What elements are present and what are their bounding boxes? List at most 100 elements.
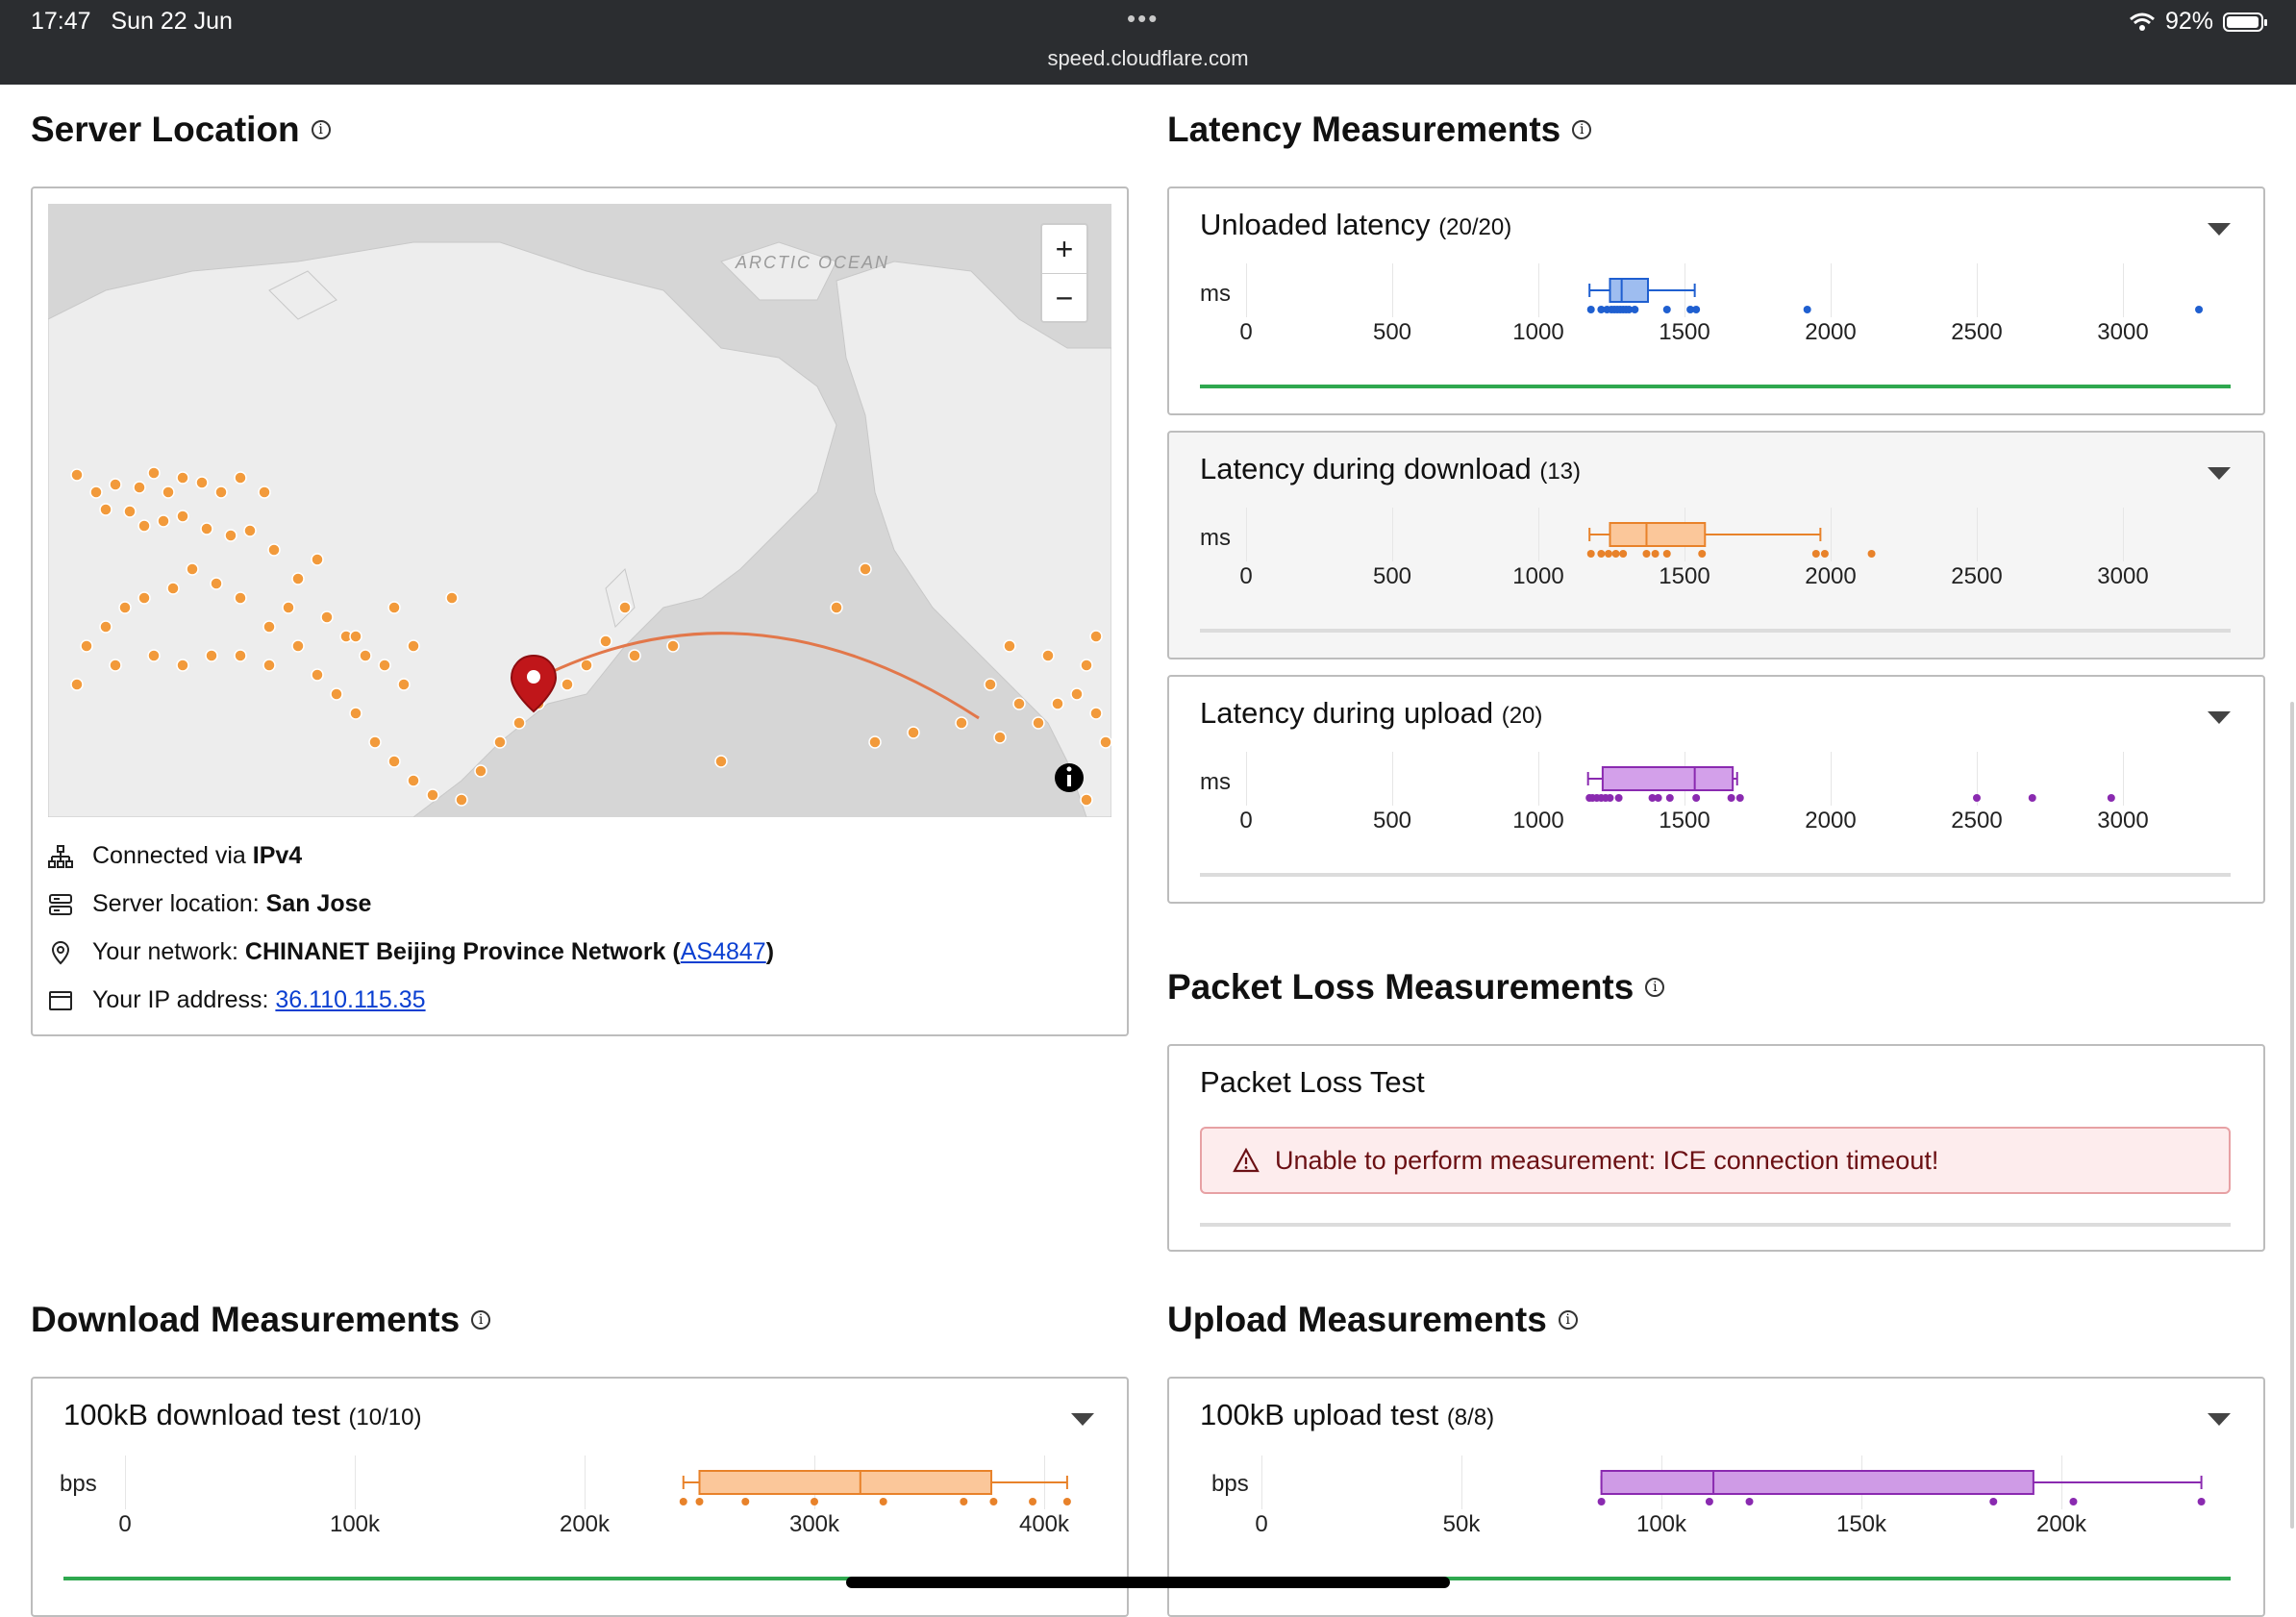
- download-latency-card[interactable]: Latency during download (13) ms 0 500 1000 1…: [1167, 431, 2265, 659]
- server-location-dot: [830, 601, 843, 614]
- data-point: [1698, 550, 1707, 558]
- chevron-down-icon[interactable]: [2208, 711, 2231, 724]
- chevron-down-icon[interactable]: [2208, 467, 2231, 480]
- data-point: [1654, 794, 1662, 802]
- data-point: [1062, 1498, 1071, 1505]
- info-icon[interactable]: i: [471, 1310, 491, 1330]
- server-location-dot: [859, 562, 872, 576]
- unloaded-latency-card[interactable]: Unloaded latency (20/20) ms 0 500 1000 1500 2…: [1167, 187, 2265, 415]
- page-scrollbar[interactable]: [2290, 702, 2294, 1529]
- server-location-dot: [147, 466, 161, 480]
- card-title: Latency during download (13): [1200, 452, 1582, 485]
- data-point: [1803, 306, 1811, 313]
- packet-loss-heading: Packet Loss Measurements i: [1167, 967, 1665, 1008]
- server-location-dot: [666, 639, 680, 653]
- server-location-dot: [368, 735, 382, 749]
- network-text: Your network: CHINANET Beijing Province …: [92, 938, 775, 965]
- connection-type-row: Connected via IPv4: [48, 842, 302, 870]
- asn-link[interactable]: AS4847: [681, 938, 766, 965]
- server-location-dot: [109, 478, 122, 491]
- server-map[interactable]: ARCTIC OCEAN + −: [48, 204, 1111, 817]
- server-location-dot: [291, 572, 305, 585]
- data-point: [1611, 550, 1620, 558]
- status-line: [1200, 629, 2231, 633]
- world-map-svg: ARCTIC OCEAN: [48, 241, 1111, 817]
- data-point: [2195, 306, 2204, 313]
- server-location-dot: [599, 634, 612, 648]
- info-icon[interactable]: i: [1558, 1310, 1578, 1330]
- server-location-dot: [224, 529, 237, 542]
- tab-menu-dots[interactable]: •••: [1127, 4, 1159, 34]
- server-location-dot: [359, 649, 372, 662]
- server-location-dot: [311, 668, 324, 682]
- data-point: [879, 1498, 887, 1505]
- data-point: [1651, 550, 1660, 558]
- zoom-out-button[interactable]: −: [1042, 274, 1086, 322]
- chevron-down-icon[interactable]: [2208, 223, 2231, 236]
- data-point: [695, 1498, 704, 1505]
- server-location-dot: [200, 522, 213, 535]
- server-location-dot: [147, 649, 161, 662]
- server-location-dot: [1080, 659, 1093, 672]
- info-icon[interactable]: i: [1572, 120, 1592, 139]
- server-location-dot: [118, 601, 132, 614]
- server-location-dot: [1032, 716, 1045, 730]
- wifi-icon: [2129, 12, 2155, 31]
- server-location-dot: [162, 485, 175, 499]
- info-icon[interactable]: i: [1645, 978, 1665, 997]
- box-plot: [1586, 278, 2204, 313]
- server-location-dot: [474, 764, 487, 778]
- chevron-down-icon[interactable]: [1071, 1413, 1094, 1426]
- data-point: [1665, 794, 1674, 802]
- info-icon[interactable]: i: [311, 120, 331, 139]
- iqr-box: [1601, 766, 1734, 791]
- server-location-dot: [378, 659, 391, 672]
- upload-latency-card[interactable]: Latency during upload (20) ms 0 500 1000 150…: [1167, 675, 2265, 904]
- data-point: [1705, 1498, 1713, 1505]
- server-location-dot: [512, 716, 526, 730]
- server-location-dot: [157, 514, 170, 528]
- server-location-dot: [166, 582, 180, 595]
- address-bar[interactable]: speed.cloudflare.com: [0, 46, 2296, 71]
- server-location-dot: [1012, 697, 1026, 710]
- server-location-dot: [70, 468, 84, 482]
- location-pin-icon: [51, 940, 70, 964]
- home-indicator[interactable]: [846, 1577, 1450, 1588]
- status-line: [1200, 385, 2231, 388]
- server-location-dot: [262, 620, 276, 634]
- network-tree-icon: [48, 844, 73, 868]
- map-attribution-icon[interactable]: [1055, 763, 1084, 792]
- server-location-row: Server location: San Jose: [48, 890, 371, 918]
- server-location-dot: [455, 793, 468, 807]
- server-icon: [49, 893, 72, 915]
- server-location-dot: [70, 678, 84, 691]
- server-location-dot: [387, 601, 401, 614]
- data-point: [1973, 794, 1981, 802]
- data-point: [679, 1498, 687, 1505]
- packet-loss-card: Packet Loss Test Unable to perform measu…: [1167, 1044, 2265, 1252]
- chevron-down-icon[interactable]: [2208, 1413, 2231, 1426]
- server-location-dot: [109, 659, 122, 672]
- server-location-dot: [445, 591, 459, 605]
- data-point: [1597, 1498, 1606, 1505]
- server-location-dot: [320, 610, 334, 624]
- server-location-dot: [397, 678, 411, 691]
- server-location-dot: [267, 543, 281, 557]
- server-location-dot: [282, 601, 295, 614]
- server-location-dot: [258, 485, 271, 499]
- status-line: [1200, 873, 2231, 877]
- data-point: [1820, 550, 1829, 558]
- server-location-dot: [993, 731, 1007, 744]
- data-point: [1811, 550, 1820, 558]
- data-point: [1586, 550, 1595, 558]
- server-location-dot: [349, 630, 362, 643]
- server-location-dot: [186, 562, 199, 576]
- card-title: 100kB download test (10/10): [63, 1398, 422, 1431]
- zoom-in-button[interactable]: +: [1042, 225, 1086, 274]
- browser-window-icon: [49, 990, 72, 1010]
- ip-address-link[interactable]: 36.110.115.35: [275, 986, 425, 1013]
- data-point: [1642, 550, 1651, 558]
- data-point: [1867, 550, 1876, 558]
- map-zoom-control: + −: [1040, 223, 1088, 323]
- browser-topbar: 17:47 Sun 22 Jun ••• speed.cloudflare.co…: [0, 0, 2296, 85]
